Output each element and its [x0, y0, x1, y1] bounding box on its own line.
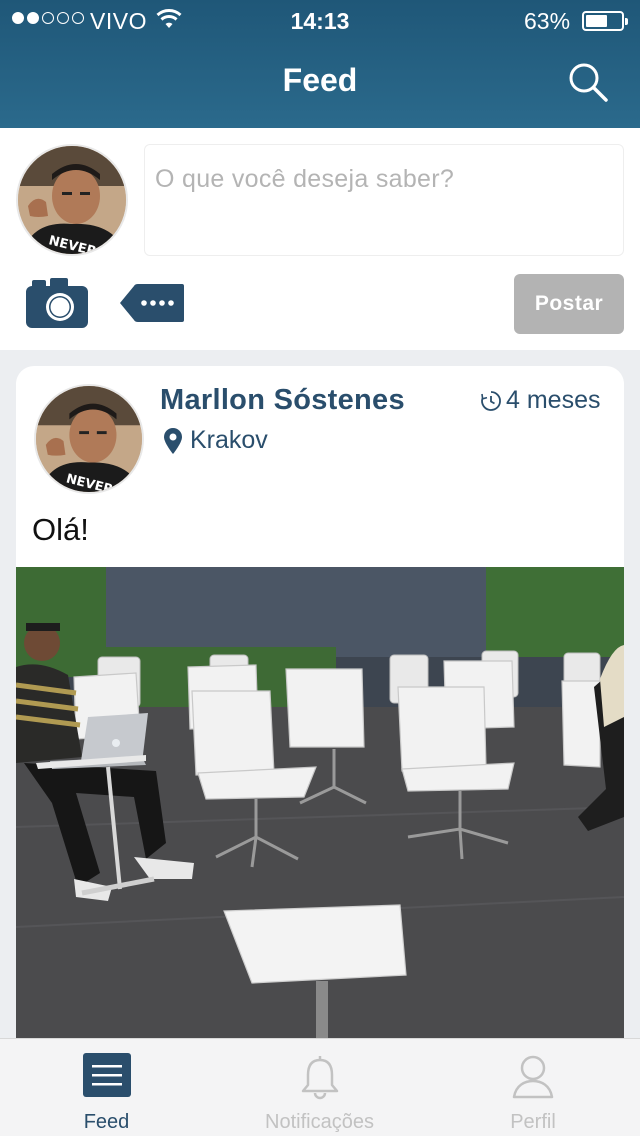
status-bar: VIVO 14:13 63%	[0, 0, 640, 40]
page-title: Feed	[282, 62, 358, 98]
post-photo[interactable]	[16, 567, 624, 1066]
post-text: Olá!	[32, 512, 89, 547]
search-icon[interactable]	[566, 60, 610, 104]
tab-perfil-label: Perfil	[510, 1111, 556, 1133]
more-tag-icon[interactable]	[120, 284, 184, 322]
app-header: VIVO 14:13 63% Feed	[0, 0, 640, 128]
feed-post-card: NEVER Marllon Sóstenes 4 meses Krakov Ol…	[16, 366, 624, 1066]
tab-feed-label: Feed	[83, 1111, 130, 1133]
post-location-label: Krakov	[190, 426, 268, 454]
tab-feed[interactable]: Feed	[0, 1039, 213, 1136]
clock-icon	[481, 390, 501, 411]
bell-icon	[301, 1056, 338, 1100]
post-composer: NEVER O que você deseja saber? Postar	[0, 128, 640, 350]
tab-notificacoes-label: Notificações	[265, 1111, 374, 1133]
tab-notificacoes[interactable]: Notificações	[213, 1039, 426, 1136]
menu-icon	[82, 1053, 131, 1097]
tab-bar: Feed Notificações Perfil	[0, 1038, 640, 1136]
post-location[interactable]: Krakov	[164, 426, 268, 455]
post-time: 4 meses	[480, 386, 600, 415]
post-time-label: 4 meses	[506, 386, 601, 414]
camera-icon[interactable]	[26, 278, 88, 328]
user-icon	[512, 1055, 554, 1099]
post-author-name[interactable]: Marllon Sóstenes	[160, 384, 405, 417]
battery-icon	[582, 11, 628, 31]
question-input[interactable]: O que você deseja saber?	[144, 144, 624, 256]
post-button[interactable]: Postar	[514, 274, 624, 334]
battery-percentage: 63%	[524, 8, 571, 34]
tab-perfil[interactable]: Perfil	[426, 1039, 640, 1136]
location-pin-icon	[164, 427, 182, 454]
avatar[interactable]: NEVER	[16, 144, 128, 256]
author-avatar[interactable]: NEVER	[34, 384, 144, 494]
